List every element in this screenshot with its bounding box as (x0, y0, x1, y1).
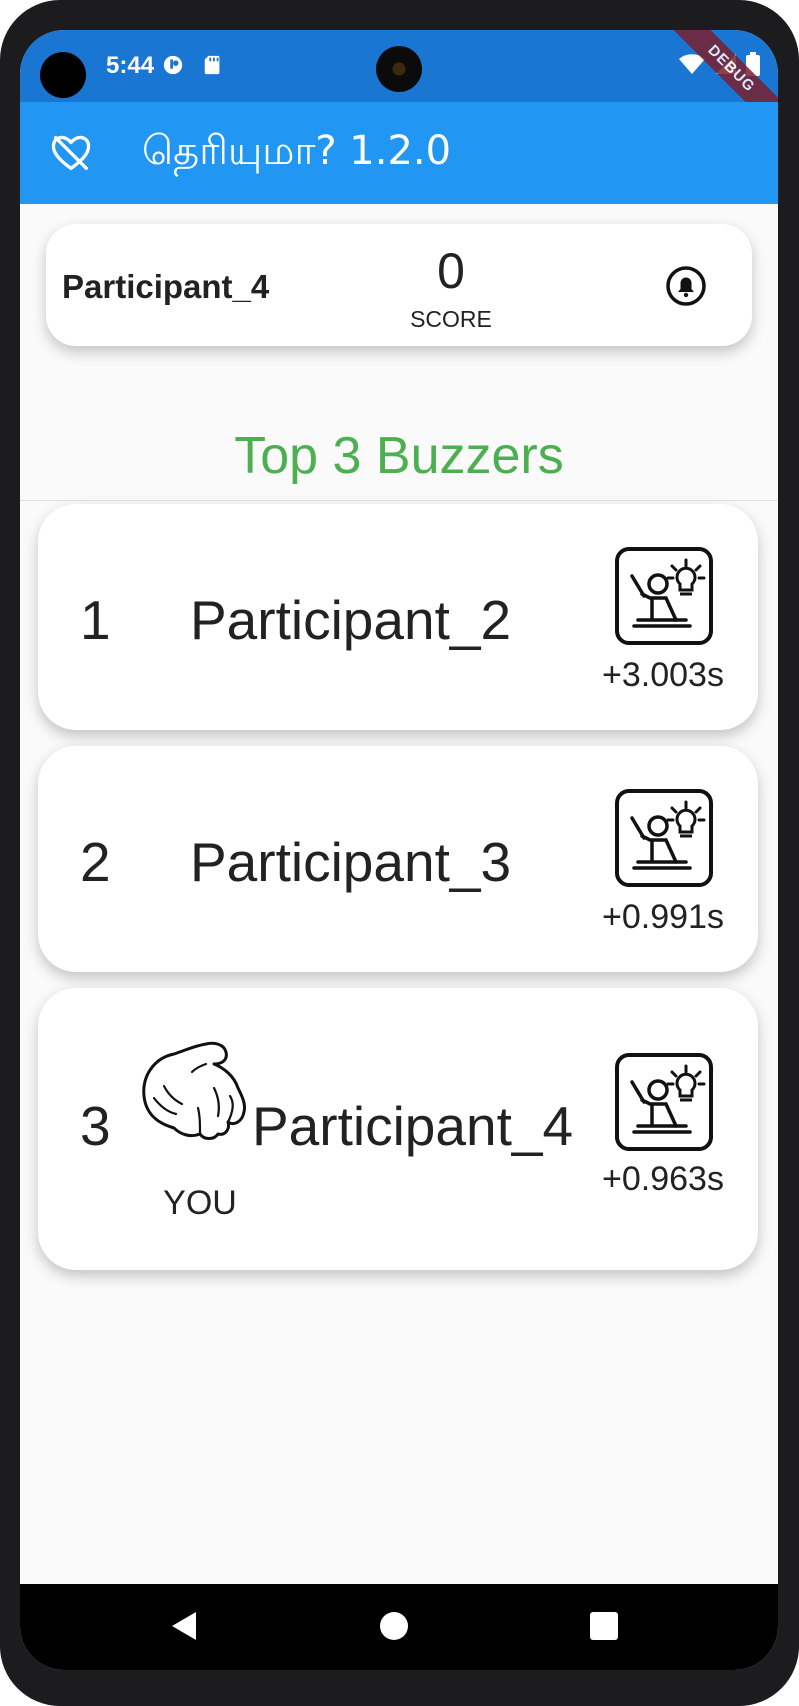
status-bar: 5:44 DEBUG (20, 30, 778, 139)
buzzer-name: Participant_4 (252, 1095, 574, 1157)
raise-hand-idea-icon (615, 547, 713, 645)
camera-cutout-left (40, 52, 86, 98)
buzzer-rank: 1 (80, 589, 111, 651)
buzzer-card-1: 1 Participant_2 +3.003s (38, 504, 758, 730)
recents-icon[interactable] (584, 1606, 624, 1646)
home-icon[interactable] (374, 1606, 414, 1646)
app-title: தெரியுமா? 1.2.0 (142, 128, 452, 174)
player-card: Participant_4 0 SCORE (46, 224, 752, 346)
buzzer-time: +0.963s (602, 1160, 724, 1198)
raise-hand-idea-icon (615, 1053, 713, 1151)
raise-hand-idea-icon (615, 789, 713, 887)
app-notification-icon (163, 55, 183, 75)
buzzer-time: +3.003s (602, 656, 724, 694)
front-camera (376, 46, 422, 92)
buzzer-name: Participant_2 (190, 589, 512, 651)
heart-off-icon[interactable] (48, 130, 94, 176)
phone-frame: 5:44 DEBUG தெரியுமா? 1.2.0 Participant_4… (0, 0, 799, 1706)
back-icon[interactable] (164, 1606, 204, 1646)
divider (20, 500, 778, 501)
screen: 5:44 DEBUG தெரியுமா? 1.2.0 Participant_4… (20, 30, 778, 1670)
buzzer-time: +0.991s (602, 898, 724, 936)
you-label: YOU (163, 1184, 237, 1222)
buzzer-rank: 3 (80, 1095, 111, 1157)
player-name: Participant_4 (62, 268, 270, 305)
buzzer-card-2: 2 Participant_3 +0.991s (38, 746, 758, 972)
sd-card-icon (204, 55, 220, 75)
player-score: 0 (437, 243, 465, 299)
navigation-bar (20, 1584, 778, 1670)
score-label: SCORE (410, 306, 492, 332)
buzzer-name: Participant_3 (190, 831, 512, 893)
app-bar: தெரியுமா? 1.2.0 (20, 102, 778, 204)
buzzer-rank: 2 (80, 831, 111, 893)
status-time: 5:44 (106, 52, 155, 79)
section-title: Top 3 Buzzers (234, 427, 564, 485)
pointing-hand-icon (142, 1041, 246, 1140)
bell-icon[interactable] (664, 264, 708, 308)
buzzer-card-3: 3 Participant_4 YOU +0.963s (38, 988, 758, 1270)
